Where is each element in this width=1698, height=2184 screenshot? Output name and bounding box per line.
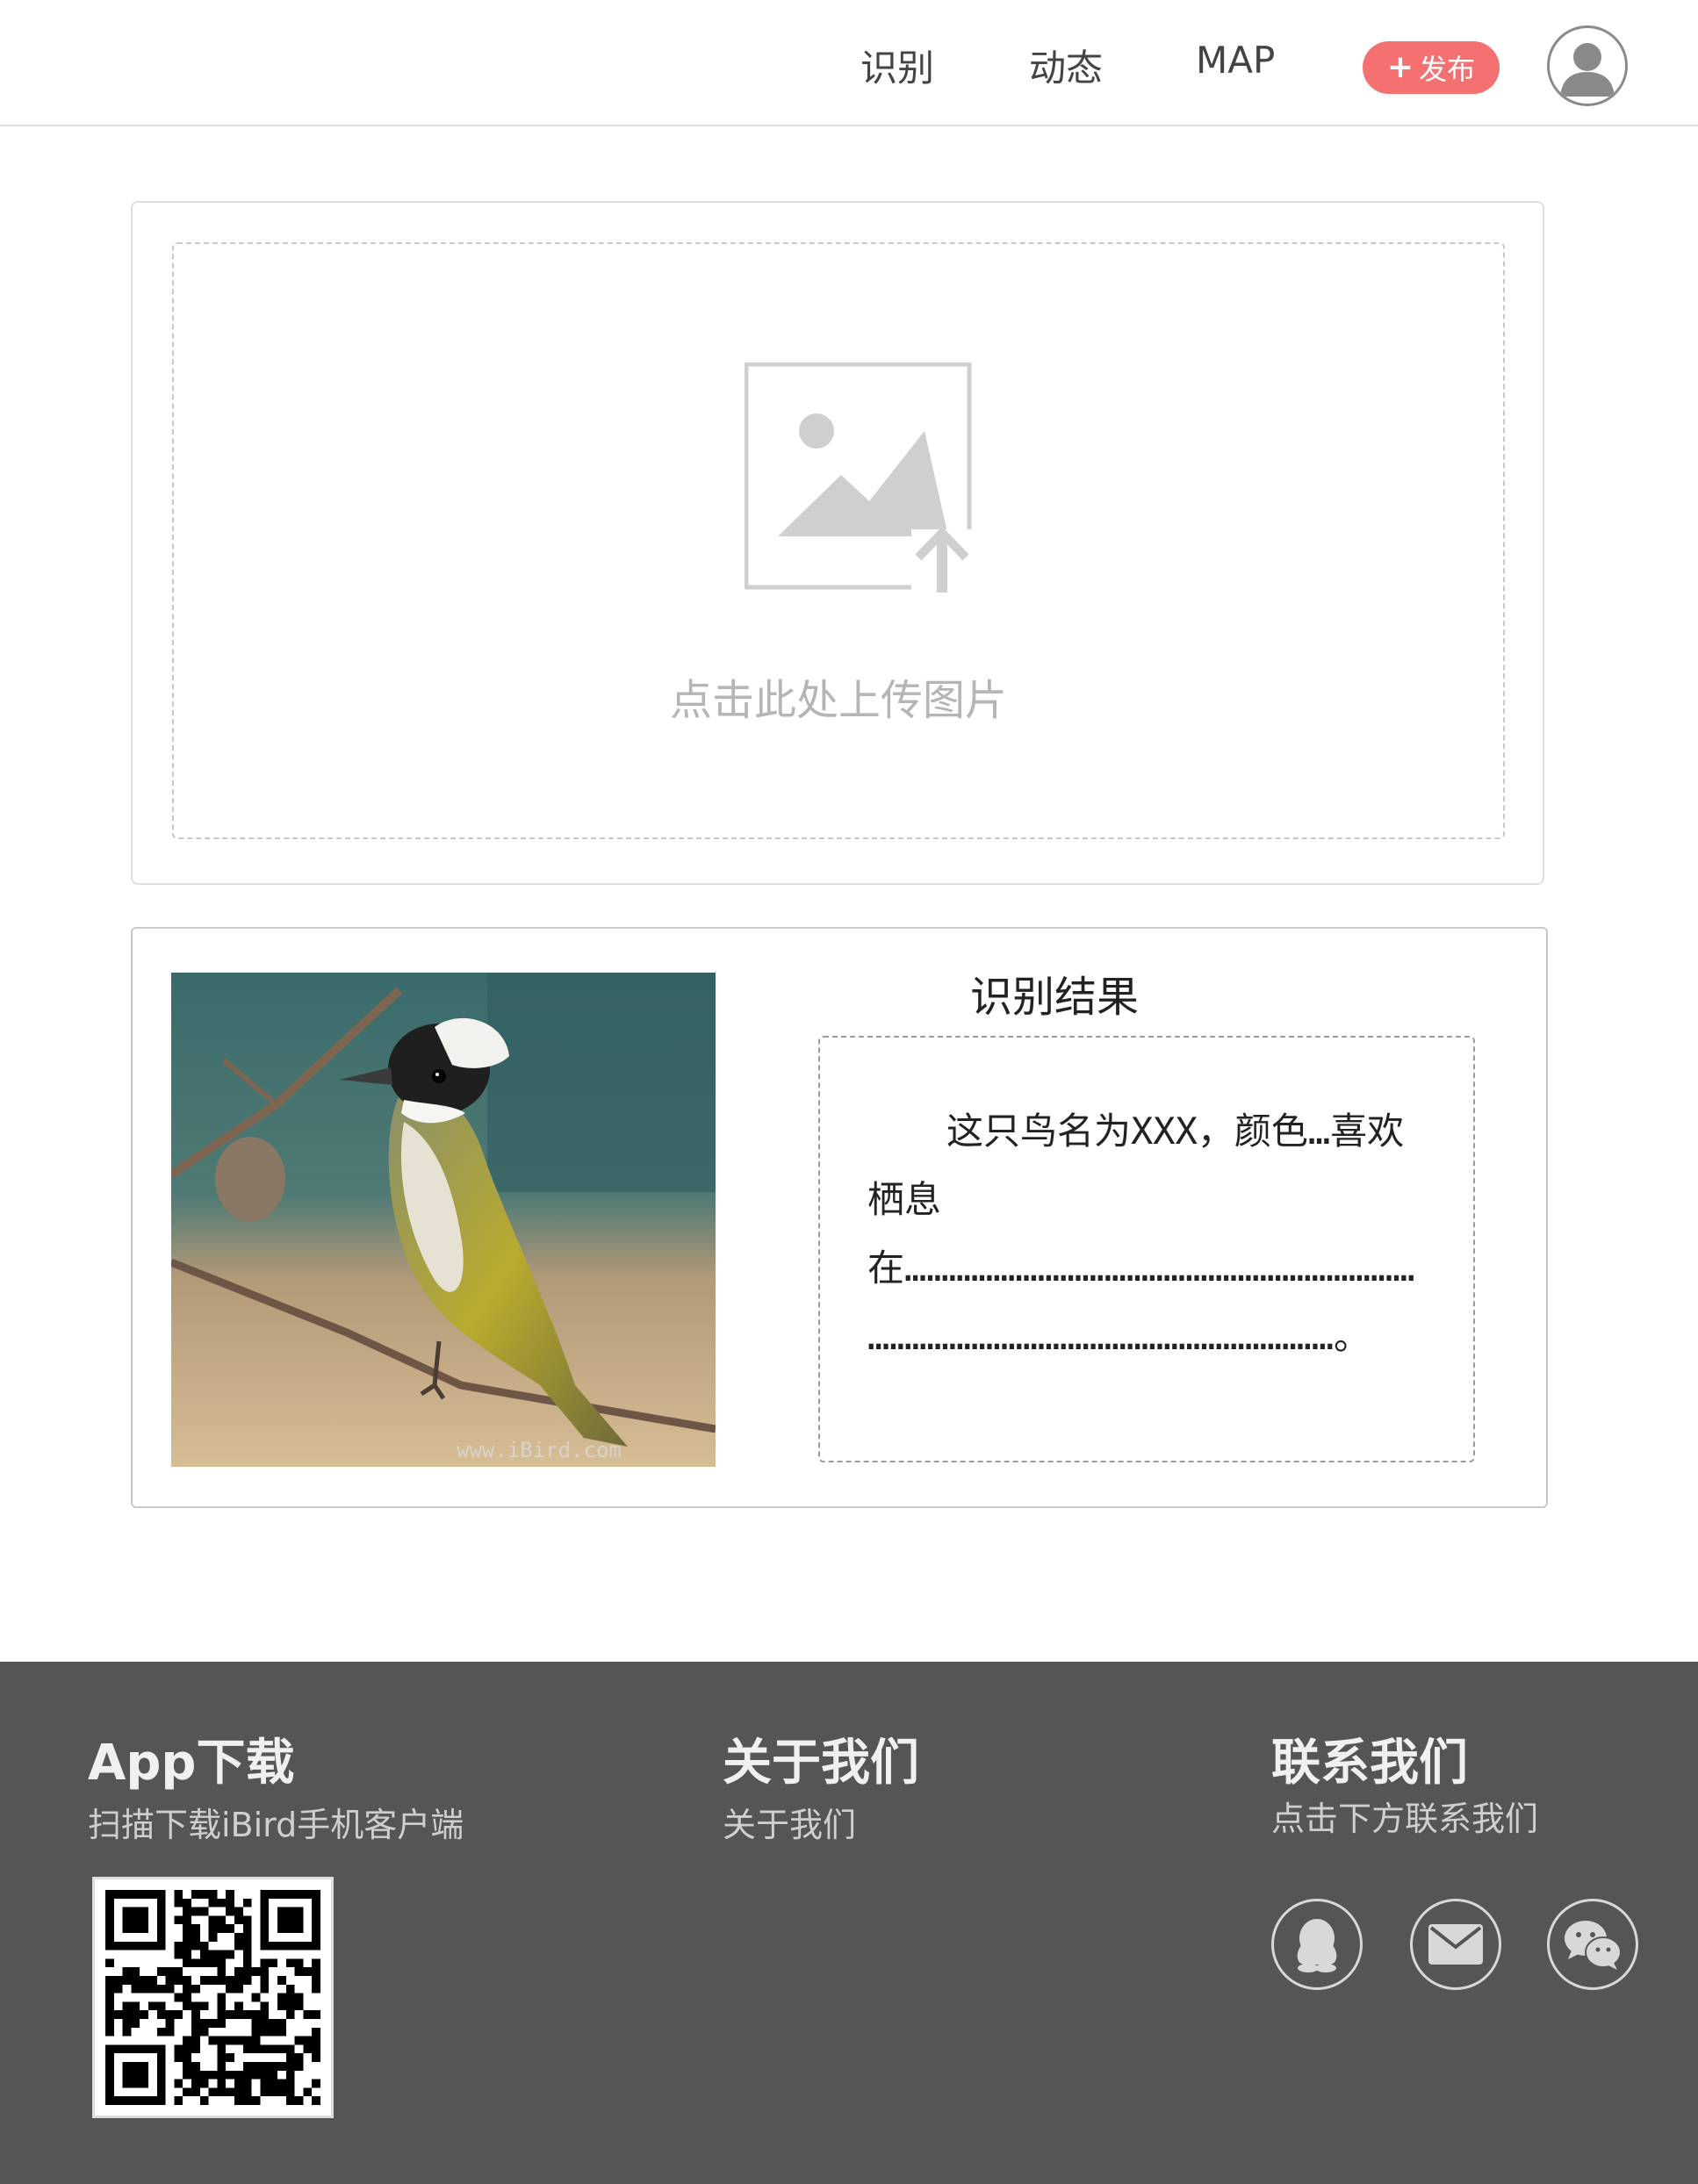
mail-icon[interactable] xyxy=(1410,1899,1501,1990)
result-description-box: 这只鸟名为XXX，颜色…喜欢栖息在……………………………………………………………… xyxy=(818,1036,1475,1462)
footer: App下载 扫描下载iBird手机客户端 关于我们 关于我们 联系我们 点击下方… xyxy=(0,1662,1698,2184)
publish-label: 发布 xyxy=(1419,53,1476,86)
image-upload-icon xyxy=(745,363,973,595)
wechat-icon[interactable] xyxy=(1547,1899,1638,1990)
upload-card: 点击此处上传图片 xyxy=(131,201,1544,885)
image-upload-area[interactable]: 点击此处上传图片 xyxy=(172,242,1505,839)
photo-watermark: www.iBird.com xyxy=(457,1438,622,1462)
publish-button[interactable]: + 发布 xyxy=(1363,41,1500,94)
nav-map[interactable]: MAP xyxy=(1196,39,1275,82)
bird-photo: www.iBird.com xyxy=(171,973,716,1467)
result-title: 识别结果 xyxy=(969,973,1139,1022)
nav-identify[interactable]: 识别 xyxy=(860,39,934,92)
contact-us-subtitle: 点击下方联系我们 xyxy=(1271,1800,1539,1838)
plus-icon: + xyxy=(1386,49,1414,85)
app-qr-code xyxy=(92,1877,334,2118)
about-us-link[interactable]: 关于我们 xyxy=(723,1798,856,1846)
user-avatar-icon[interactable] xyxy=(1547,25,1628,106)
about-us-title: 关于我们 xyxy=(723,1735,919,1792)
app-download-subtitle: 扫描下载iBird手机客户端 xyxy=(88,1806,464,1844)
qq-icon[interactable] xyxy=(1271,1899,1363,1990)
top-header: iBird 识别 动态 MAP + 发布 xyxy=(0,0,1698,126)
result-card: www.iBird.com 识别结果 这只鸟名为XXX，颜色…喜欢栖息在…………… xyxy=(131,927,1548,1508)
ibird-logo[interactable]: iBird xyxy=(55,17,314,116)
contact-us-title: 联系我们 xyxy=(1271,1735,1468,1792)
app-download-title: App下载 xyxy=(88,1735,295,1792)
result-description: 这只鸟名为XXX，颜色…喜欢栖息在……………………………………………………………… xyxy=(867,1110,1415,1358)
upload-hint: 点击此处上传图片 xyxy=(669,676,1007,725)
nav-feed[interactable]: 动态 xyxy=(1029,39,1103,92)
